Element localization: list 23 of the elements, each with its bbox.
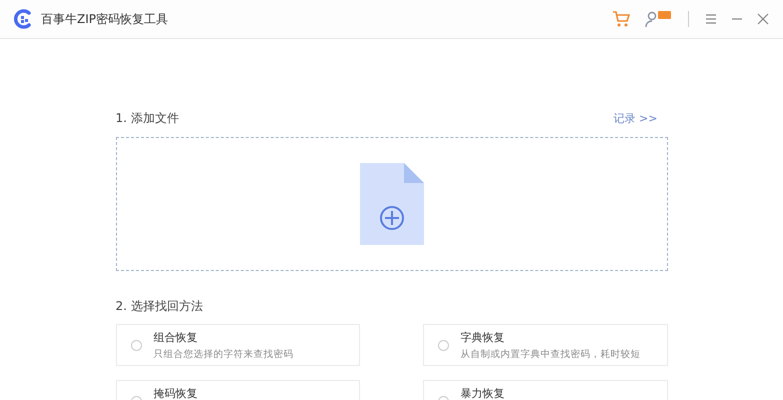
close-icon[interactable] (757, 13, 769, 25)
window-title: 百事牛ZIP密码恢复工具 (41, 10, 168, 28)
section-title: 2. 选择找回方法 (116, 298, 203, 314)
method-title: 字典恢复 (460, 330, 506, 345)
method-option[interactable]: 掩码恢复 (116, 380, 360, 400)
radio-button[interactable] (130, 340, 142, 350)
add-file-icon (360, 163, 424, 245)
cart-icon[interactable] (612, 10, 630, 28)
history-link[interactable]: 记录 >> (614, 110, 658, 126)
method-title: 组合恢复 (154, 330, 198, 345)
method-option[interactable]: 暴力恢复 (422, 380, 668, 400)
method-description: 只组合您选择的字符来查找密码 (154, 348, 294, 361)
radio-button[interactable] (438, 340, 448, 350)
method-title: 掩码恢复 (154, 386, 198, 400)
method-option[interactable]: 组合恢复 只组合您选择的字符来查找密码 (116, 324, 360, 366)
section-title: 1. 添加文件 (116, 110, 179, 126)
user-badge-icon[interactable] (644, 10, 672, 28)
app-logo-icon (12, 8, 34, 30)
file-drop-zone[interactable] (116, 137, 668, 271)
menu-icon[interactable] (705, 13, 717, 25)
method-description: 从自制或内置字典中查找密码，耗时较短 (460, 348, 640, 361)
method-title: 暴力恢复 (460, 386, 504, 400)
method-option[interactable]: 字典恢复 从自制或内置字典中查找密码，耗时较短 (422, 324, 668, 366)
